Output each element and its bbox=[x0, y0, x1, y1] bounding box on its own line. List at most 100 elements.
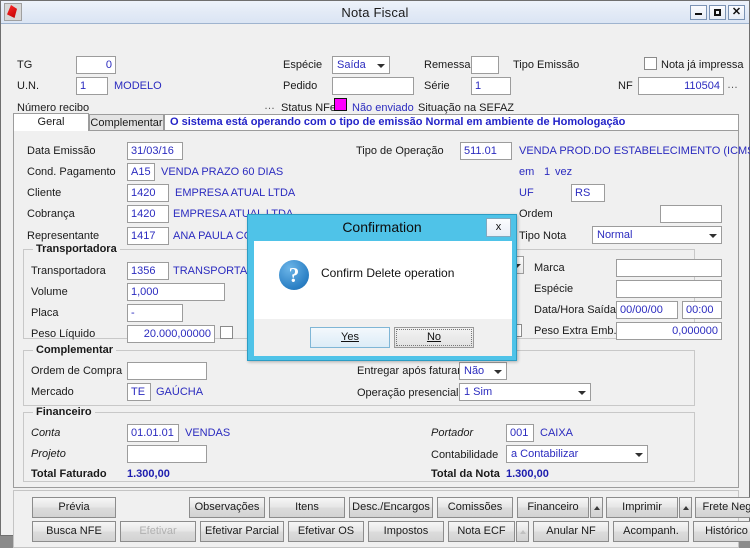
remessa-input[interactable] bbox=[471, 56, 499, 74]
status-nfe-value: Não enviado bbox=[352, 102, 414, 114]
efetivar-os-button[interactable]: Efetivar OS bbox=[288, 521, 364, 542]
button-label: Comissões bbox=[448, 501, 502, 513]
financeiro-group-caption: Financeiro bbox=[33, 406, 95, 418]
ordem-compra-input[interactable] bbox=[127, 362, 207, 380]
efetivar-parcial-button[interactable]: Efetivar Parcial bbox=[200, 521, 284, 542]
impostos-button[interactable]: Impostos bbox=[368, 521, 444, 542]
marca-input[interactable] bbox=[616, 259, 722, 277]
entregar-apos-faturar-label: Entregar após faturar bbox=[357, 365, 461, 377]
volume-input[interactable]: 1,000 bbox=[127, 283, 225, 301]
tab-complementar[interactable]: Complementar bbox=[89, 114, 164, 131]
nota-fiscal-window: Nota Fiscal ✕ TG 0 U.N. 1 MODELO Número … bbox=[0, 0, 750, 536]
tg-input[interactable]: 0 bbox=[76, 56, 116, 74]
cobranca-input[interactable]: 1420 bbox=[127, 205, 169, 223]
dropdown-arrow-button-1-8[interactable] bbox=[679, 497, 692, 518]
un-input[interactable]: 1 bbox=[76, 77, 108, 95]
nota-ecf-button[interactable]: Nota ECF bbox=[448, 521, 515, 542]
portador-description: CAIXA bbox=[540, 427, 573, 439]
close-button[interactable]: ✕ bbox=[728, 5, 745, 20]
portador-label: Portador bbox=[431, 427, 473, 439]
dialog-yes-button[interactable]: Yes bbox=[310, 327, 390, 348]
tipo-operacao-input[interactable]: 511.01 bbox=[460, 142, 512, 160]
observacoes-button[interactable]: Observações bbox=[189, 497, 265, 518]
button-label: Nota ECF bbox=[457, 525, 505, 537]
button-label: Imprimir bbox=[622, 501, 662, 513]
dialog-close-button[interactable]: x bbox=[486, 218, 511, 237]
representante-label: Representante bbox=[27, 230, 99, 242]
nf-input[interactable]: 110504 bbox=[638, 77, 724, 95]
total-nota-value: 1.300,00 bbox=[506, 468, 549, 480]
busca-nfe-button[interactable]: Busca NFE bbox=[32, 521, 116, 542]
mercado-label: Mercado bbox=[31, 386, 74, 398]
recibo-ellipsis-button[interactable]: … bbox=[264, 100, 276, 112]
representante-input[interactable]: 1417 bbox=[127, 227, 169, 245]
minimize-button[interactable] bbox=[690, 5, 707, 20]
operacao-presencial-label: Operação presencial bbox=[357, 387, 459, 399]
portador-input[interactable]: 001 bbox=[506, 424, 534, 442]
tipo-operacao-description: VENDA PROD.DO ESTABELECIMENTO (ICMS 17%) bbox=[519, 145, 750, 157]
conta-label: Conta bbox=[31, 427, 60, 439]
tg-label: TG bbox=[17, 59, 32, 71]
dialog-footer: Yes No bbox=[254, 319, 512, 356]
cond-pagamento-label: Cond. Pagamento bbox=[27, 166, 116, 178]
conta-input[interactable]: 01.01.01 bbox=[127, 424, 179, 442]
efetivar-button: Efetivar bbox=[120, 521, 196, 542]
frete-neg-button[interactable]: Frete Neg. bbox=[695, 497, 750, 518]
data-emissao-label: Data Emissão bbox=[27, 145, 95, 157]
nota-ja-impressa-label: Nota já impressa bbox=[661, 59, 744, 71]
button-label: Efetivar OS bbox=[298, 525, 354, 537]
marca-label: Marca bbox=[534, 262, 565, 274]
acompanh-button[interactable]: Acompanh. bbox=[613, 521, 689, 542]
window-controls: ✕ bbox=[690, 5, 745, 20]
maximize-button[interactable] bbox=[709, 5, 726, 20]
dropdown-arrow-button-1-6[interactable] bbox=[590, 497, 603, 518]
transp-especie-input[interactable] bbox=[616, 280, 722, 298]
placa-input[interactable]: - bbox=[127, 304, 183, 322]
previa-button[interactable]: Prévia bbox=[32, 497, 116, 518]
cliente-input[interactable]: 1420 bbox=[127, 184, 169, 202]
ordem-compra-label: Ordem de Compra bbox=[31, 365, 122, 377]
mercado-input[interactable]: TE bbox=[127, 383, 151, 401]
dialog-no-button[interactable]: No bbox=[394, 327, 474, 348]
ordem-label: Ordem bbox=[519, 208, 553, 220]
especie-select[interactable]: Saída bbox=[332, 56, 390, 74]
peso-liquido-checkbox[interactable] bbox=[220, 326, 233, 339]
button-label: Observações bbox=[195, 501, 260, 513]
projeto-input[interactable] bbox=[127, 445, 207, 463]
data-emissao-input[interactable]: 31/03/16 bbox=[127, 142, 183, 160]
data-saida-input[interactable]: 00/00/00 bbox=[616, 301, 678, 319]
operacao-presencial-select[interactable]: 1 Sim bbox=[459, 383, 591, 401]
pedido-input[interactable] bbox=[332, 77, 414, 95]
cond-pagamento-input[interactable]: A15 bbox=[127, 163, 155, 181]
dialog-body: ? Confirm Delete operation bbox=[254, 241, 512, 319]
hora-saida-input[interactable]: 00:00 bbox=[682, 301, 722, 319]
imprimir-button[interactable]: Imprimir bbox=[606, 497, 678, 518]
contabilidade-select[interactable]: a Contabilizar bbox=[506, 445, 648, 463]
financeiro-button[interactable]: Financeiro bbox=[517, 497, 589, 518]
tipo-nota-label: Tipo Nota bbox=[519, 230, 566, 242]
comissoes-button[interactable]: Comissões bbox=[437, 497, 513, 518]
nf-ellipsis-button[interactable]: … bbox=[727, 79, 739, 91]
tab-geral[interactable]: Geral bbox=[13, 113, 89, 131]
transportadora-input[interactable]: 1356 bbox=[127, 262, 169, 280]
anular-nf-button[interactable]: Anular NF bbox=[533, 521, 609, 542]
pedido-label: Pedido bbox=[283, 80, 317, 92]
window-client-area: TG 0 U.N. 1 MODELO Número recibo Espécie… bbox=[1, 24, 749, 535]
entregar-apos-faturar-select[interactable]: Não bbox=[459, 362, 507, 380]
window-title: Nota Fiscal bbox=[1, 5, 749, 20]
complementar-group-caption: Complementar bbox=[33, 344, 116, 356]
desc-encargos-button[interactable]: Desc./Encargos bbox=[349, 497, 433, 518]
tipo-operacao-label: Tipo de Operação bbox=[356, 145, 444, 157]
serie-input[interactable]: 1 bbox=[471, 77, 511, 95]
historico-button[interactable]: Histórico bbox=[693, 521, 750, 542]
tipo-nota-select[interactable]: Normal bbox=[592, 226, 722, 244]
peso-liquido-input[interactable]: 20.000,00000 bbox=[127, 325, 215, 343]
peso-extra-input[interactable]: 0,000000 bbox=[616, 322, 722, 340]
uf-input[interactable]: RS bbox=[571, 184, 605, 202]
ordem-input[interactable] bbox=[660, 205, 722, 223]
dialog-message: Confirm Delete operation bbox=[321, 266, 454, 280]
situacao-sefaz-label: Situação na SEFAZ bbox=[418, 102, 514, 114]
itens-button[interactable]: Itens bbox=[269, 497, 345, 518]
status-nfe-color-swatch bbox=[334, 98, 347, 111]
nota-ja-impressa-checkbox[interactable] bbox=[644, 57, 657, 70]
